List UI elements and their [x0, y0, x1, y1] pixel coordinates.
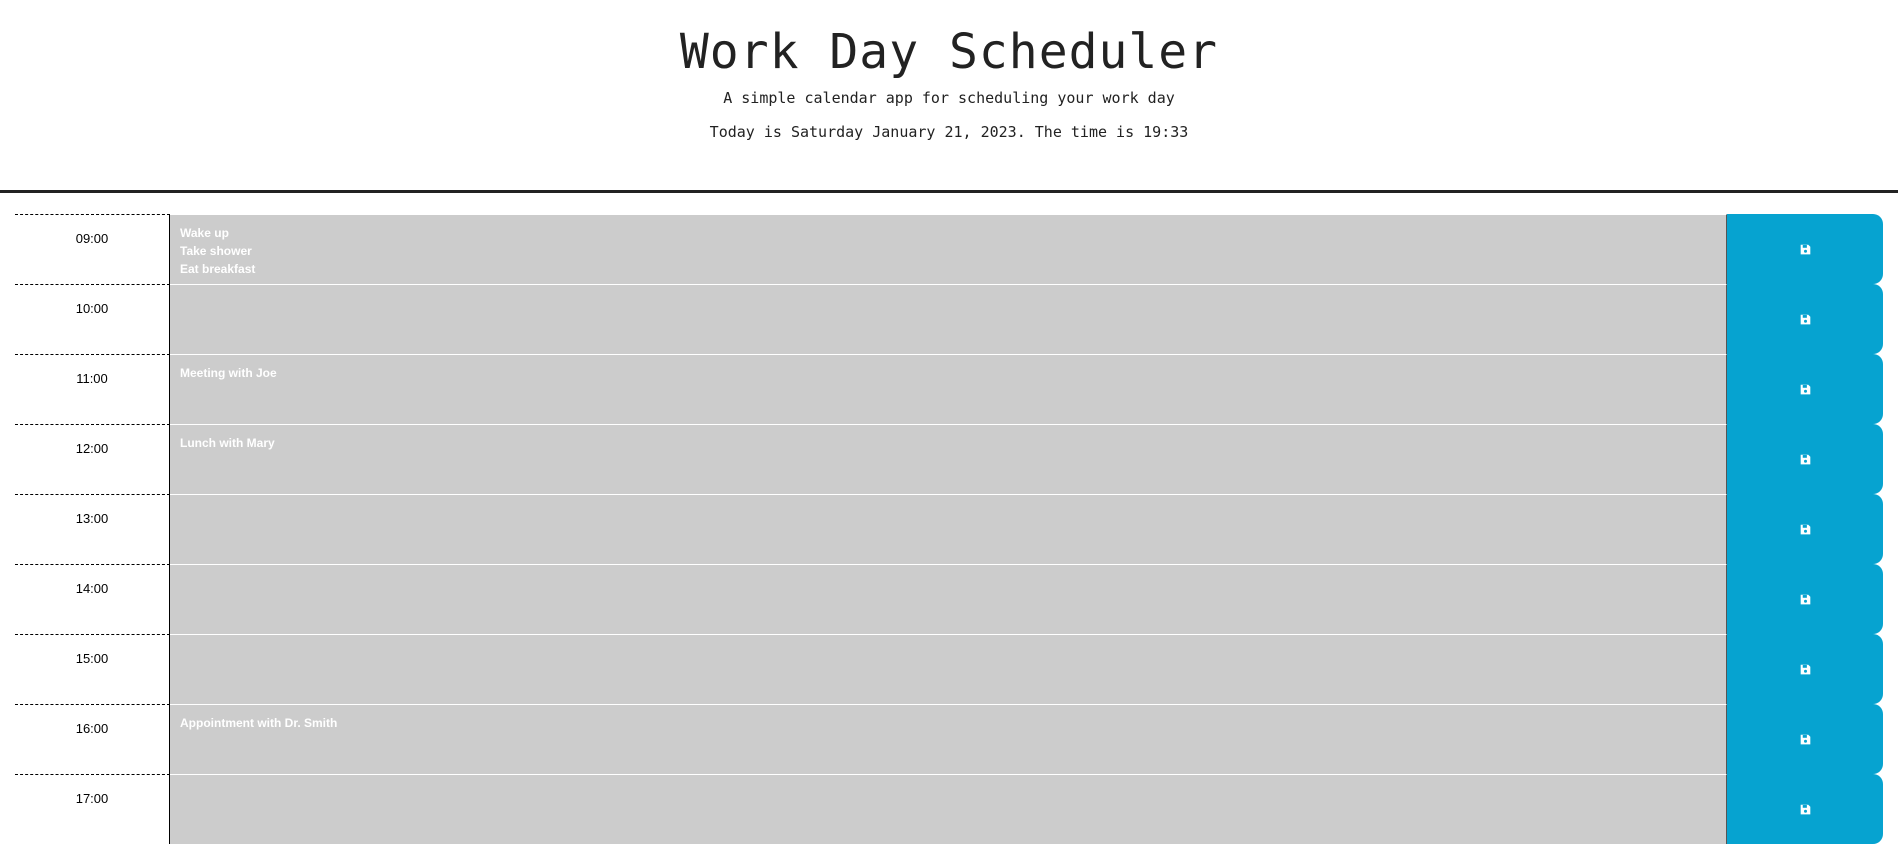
- event-description[interactable]: Meeting with Joe: [170, 354, 1727, 424]
- hour-label: 13:00: [15, 494, 170, 564]
- floppy-disk-icon: [1800, 314, 1811, 325]
- floppy-disk-icon: [1800, 244, 1811, 255]
- event-description[interactable]: [170, 564, 1727, 634]
- save-button[interactable]: [1727, 424, 1883, 494]
- time-block: 15:00: [15, 634, 1883, 704]
- time-block: 09:00 Wake up Take shower Eat breakfast: [15, 214, 1883, 284]
- event-description[interactable]: [170, 284, 1727, 354]
- page-title: Work Day Scheduler: [679, 24, 1219, 80]
- save-button[interactable]: [1727, 564, 1883, 634]
- event-description[interactable]: Appointment with Dr. Smith: [170, 704, 1727, 774]
- time-block: 11:00 Meeting with Joe: [15, 354, 1883, 424]
- floppy-disk-icon: [1800, 664, 1811, 675]
- hour-label: 15:00: [15, 634, 170, 704]
- floppy-disk-icon: [1800, 734, 1811, 745]
- save-button[interactable]: [1727, 214, 1883, 284]
- floppy-disk-icon: [1800, 594, 1811, 605]
- time-block-list: 09:00 Wake up Take shower Eat breakfast …: [15, 214, 1883, 844]
- floppy-disk-icon: [1800, 524, 1811, 535]
- time-block: 17:00: [15, 774, 1883, 844]
- page-header: Work Day Scheduler A simple calendar app…: [0, 0, 1898, 193]
- time-block: 14:00: [15, 564, 1883, 634]
- save-button[interactable]: [1727, 774, 1883, 844]
- hour-label: 10:00: [15, 284, 170, 354]
- hour-label: 09:00: [15, 214, 170, 284]
- hour-label: 14:00: [15, 564, 170, 634]
- event-description[interactable]: Lunch with Mary: [170, 424, 1727, 494]
- floppy-disk-icon: [1800, 454, 1811, 465]
- save-button[interactable]: [1727, 494, 1883, 564]
- floppy-disk-icon: [1800, 384, 1811, 395]
- event-description[interactable]: Wake up Take shower Eat breakfast: [170, 214, 1727, 284]
- save-button[interactable]: [1727, 704, 1883, 774]
- event-description[interactable]: [170, 774, 1727, 844]
- page-subtitle: A simple calendar app for scheduling you…: [723, 89, 1175, 107]
- current-date-time: Today is Saturday January 21, 2023. The …: [709, 123, 1189, 141]
- hour-label: 11:00: [15, 354, 170, 424]
- save-button[interactable]: [1727, 354, 1883, 424]
- time-block: 10:00: [15, 284, 1883, 354]
- event-description[interactable]: [170, 494, 1727, 564]
- save-button[interactable]: [1727, 634, 1883, 704]
- hour-label: 17:00: [15, 774, 170, 844]
- event-description[interactable]: [170, 634, 1727, 704]
- floppy-disk-icon: [1800, 804, 1811, 815]
- hour-label: 16:00: [15, 704, 170, 774]
- save-button[interactable]: [1727, 284, 1883, 354]
- time-block: 12:00 Lunch with Mary: [15, 424, 1883, 494]
- time-block: 13:00: [15, 494, 1883, 564]
- hour-label: 12:00: [15, 424, 170, 494]
- time-block: 16:00 Appointment with Dr. Smith: [15, 704, 1883, 774]
